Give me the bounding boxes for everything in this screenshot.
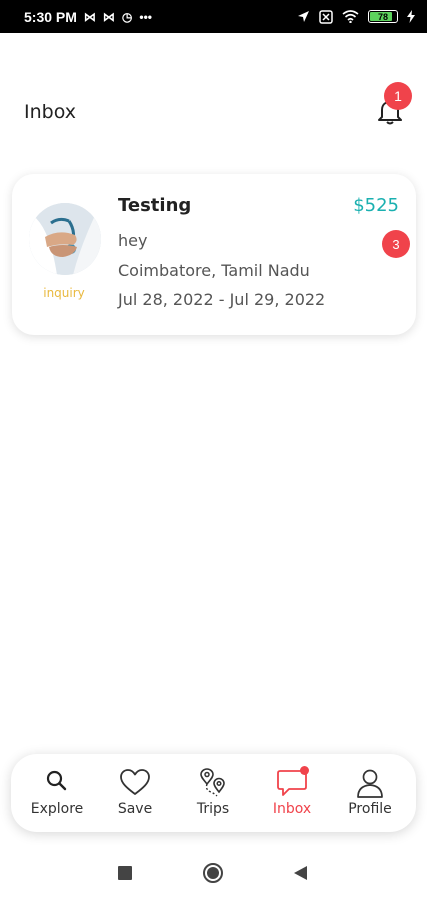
home-circle-icon[interactable] <box>202 862 224 884</box>
battery-icon: 78 <box>368 10 398 23</box>
battery-level: 78 <box>377 11 388 22</box>
wifi-icon <box>342 10 359 23</box>
card-location: Coimbatore, Tamil Nadu <box>118 261 310 280</box>
map-pins-icon <box>200 768 225 797</box>
sync-icon: ◷ <box>121 9 133 24</box>
gmail-icon: ⋈ <box>102 9 115 24</box>
gmail-icon: ⋈ <box>83 9 96 24</box>
card-message: hey <box>118 231 148 250</box>
page-title: Inbox <box>24 101 76 123</box>
heart-icon <box>120 769 150 795</box>
nav-item-inbox[interactable]: Inbox <box>252 754 332 832</box>
card-price: $525 <box>353 195 399 216</box>
nav-label-explore: Explore <box>30 801 84 817</box>
avatar <box>29 203 101 275</box>
person-icon <box>357 769 383 798</box>
more-dots-icon: ••• <box>139 9 153 24</box>
location-icon <box>298 11 309 22</box>
back-triangle-icon[interactable] <box>293 865 308 881</box>
card-dates: Jul 28, 2022 - Jul 29, 2022 <box>118 290 326 309</box>
nav-label-save: Save <box>117 801 153 817</box>
charging-icon <box>407 10 415 23</box>
notification-count-badge: 1 <box>384 82 412 110</box>
sim-icon <box>319 9 333 24</box>
status-right: 78 <box>297 9 415 24</box>
inquiry-status-label: inquiry <box>43 286 85 300</box>
nav-item-save[interactable]: Save <box>95 754 175 832</box>
search-icon <box>46 770 67 791</box>
system-nav-bar <box>0 845 427 900</box>
nav-label-trips: Trips <box>196 801 230 817</box>
notifications-button[interactable]: 1 <box>370 82 418 130</box>
unread-count-badge: 3 <box>382 230 410 258</box>
nav-label-inbox: Inbox <box>272 801 312 817</box>
bottom-nav: Explore Save Trips Inbox Profile <box>11 754 416 832</box>
nav-item-profile[interactable]: Profile <box>330 754 410 832</box>
inbox-notification-dot <box>300 766 309 775</box>
status-bar: 5:30 PM ⋈ ⋈ ◷ ••• 78 <box>0 0 427 33</box>
nav-item-trips[interactable]: Trips <box>173 754 253 832</box>
doctor-image <box>29 203 101 275</box>
nav-item-explore[interactable]: Explore <box>17 754 97 832</box>
inbox-card[interactable]: inquiry Testing $525 hey Coimbatore, Tam… <box>12 174 416 335</box>
status-time: 5:30 PM <box>24 8 77 25</box>
recents-square-icon[interactable] <box>117 865 133 881</box>
card-title: Testing <box>118 195 192 216</box>
status-left: 5:30 PM ⋈ ⋈ ◷ ••• <box>24 9 152 25</box>
nav-label-profile: Profile <box>348 801 392 817</box>
